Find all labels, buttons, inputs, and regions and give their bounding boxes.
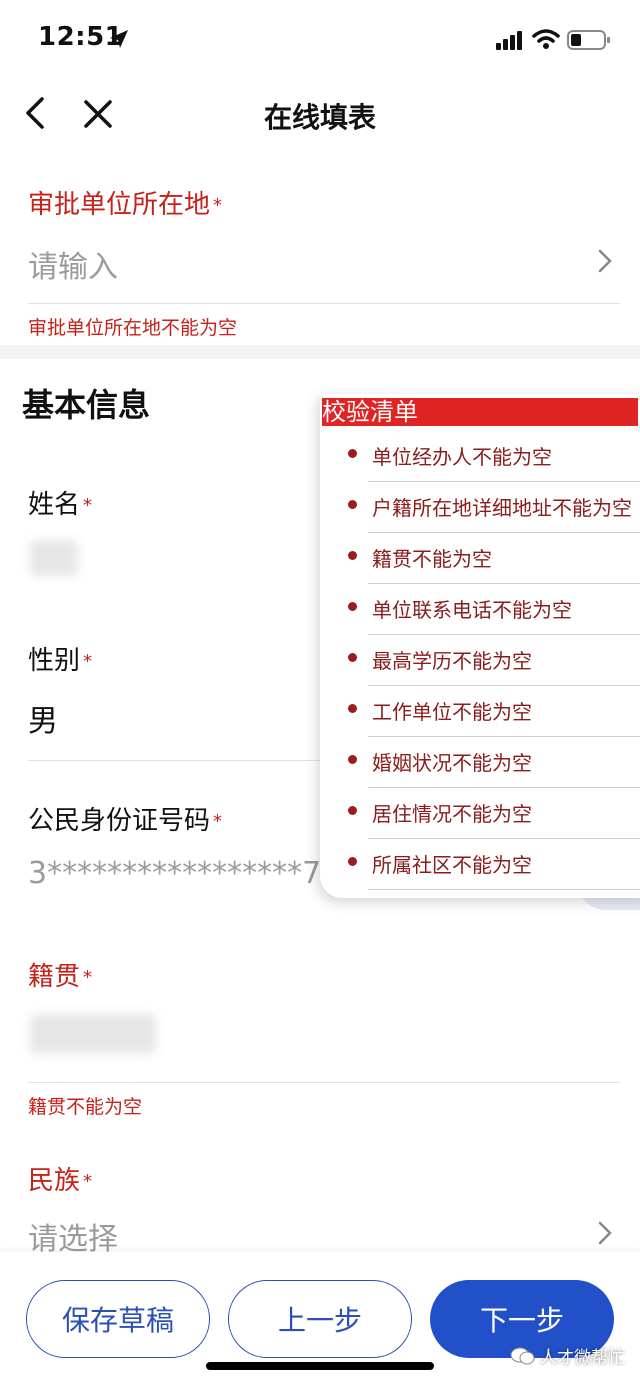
approval-location-label: 审批单位所在地 * <box>28 190 223 220</box>
required-marker: * <box>213 811 223 832</box>
ethnicity-label: 民族 * <box>28 1166 93 1196</box>
wechat-icon <box>510 1347 535 1365</box>
validation-popover-title: 校验清单 <box>322 398 638 426</box>
required-marker: * <box>83 967 93 988</box>
validation-item[interactable]: 户籍所在地详细地址不能为空 <box>344 482 640 533</box>
name-label: 姓名 * <box>28 490 93 520</box>
bullet-icon <box>348 602 357 611</box>
bullet-icon <box>348 857 357 866</box>
divider <box>28 1082 620 1083</box>
cellular-signal-icon <box>496 31 522 50</box>
bullet-icon <box>348 806 357 815</box>
bullet-icon <box>348 551 357 560</box>
approval-location-input[interactable]: 请输入 <box>28 242 118 286</box>
chevron-right-icon[interactable] <box>597 248 613 274</box>
validation-item[interactable]: 所属社区不能为空 <box>344 839 640 890</box>
name-input-blurred[interactable] <box>30 540 78 576</box>
approval-location-error: 审批单位所在地不能为空 <box>28 317 238 339</box>
bullet-icon <box>348 500 357 509</box>
location-arrow-icon <box>110 30 128 48</box>
validation-item[interactable]: 最高学历不能为空 <box>344 635 640 686</box>
divider <box>28 760 328 761</box>
native-place-input-blurred[interactable] <box>30 1014 156 1054</box>
prev-step-button[interactable]: 上一步 <box>228 1280 412 1358</box>
wifi-icon <box>532 29 560 49</box>
id-number-input[interactable]: 3*****************7 <box>28 856 326 891</box>
divider <box>368 889 640 890</box>
validation-item[interactable]: 单位经办人不能为空 <box>344 431 640 482</box>
page-title: 在线填表 <box>263 101 376 134</box>
validation-item[interactable]: 籍贯不能为空 <box>344 533 640 584</box>
validation-item[interactable]: 工作单位不能为空 <box>344 686 640 737</box>
section-title-basic-info: 基本信息 <box>22 386 151 424</box>
battery-icon <box>567 30 610 50</box>
required-marker: * <box>213 195 223 216</box>
validation-item[interactable]: 婚姻状况不能为空 <box>344 737 640 788</box>
watermark-text: 人才微帮忙 <box>540 1348 625 1368</box>
bullet-icon <box>348 755 357 764</box>
native-place-label: 籍贯 * <box>28 962 93 992</box>
required-marker: * <box>83 651 93 672</box>
gender-label: 性别 * <box>28 646 93 676</box>
required-marker: * <box>83 495 93 516</box>
bullet-icon <box>348 449 357 458</box>
section-separator <box>0 345 640 359</box>
gender-value[interactable]: 男 <box>28 696 58 740</box>
bullet-icon <box>348 704 357 713</box>
divider <box>28 303 620 304</box>
chevron-right-icon[interactable] <box>597 1220 613 1246</box>
bullet-icon <box>348 653 357 662</box>
id-number-label: 公民身份证号码 * <box>28 806 223 836</box>
native-place-error: 籍贯不能为空 <box>28 1096 143 1118</box>
required-marker: * <box>83 1171 93 1192</box>
home-indicator[interactable] <box>206 1362 434 1370</box>
save-draft-button[interactable]: 保存草稿 <box>26 1280 210 1358</box>
validation-item[interactable]: 单位联系电话不能为空 <box>344 584 640 635</box>
validation-item[interactable]: 居住情况不能为空 <box>344 788 640 839</box>
